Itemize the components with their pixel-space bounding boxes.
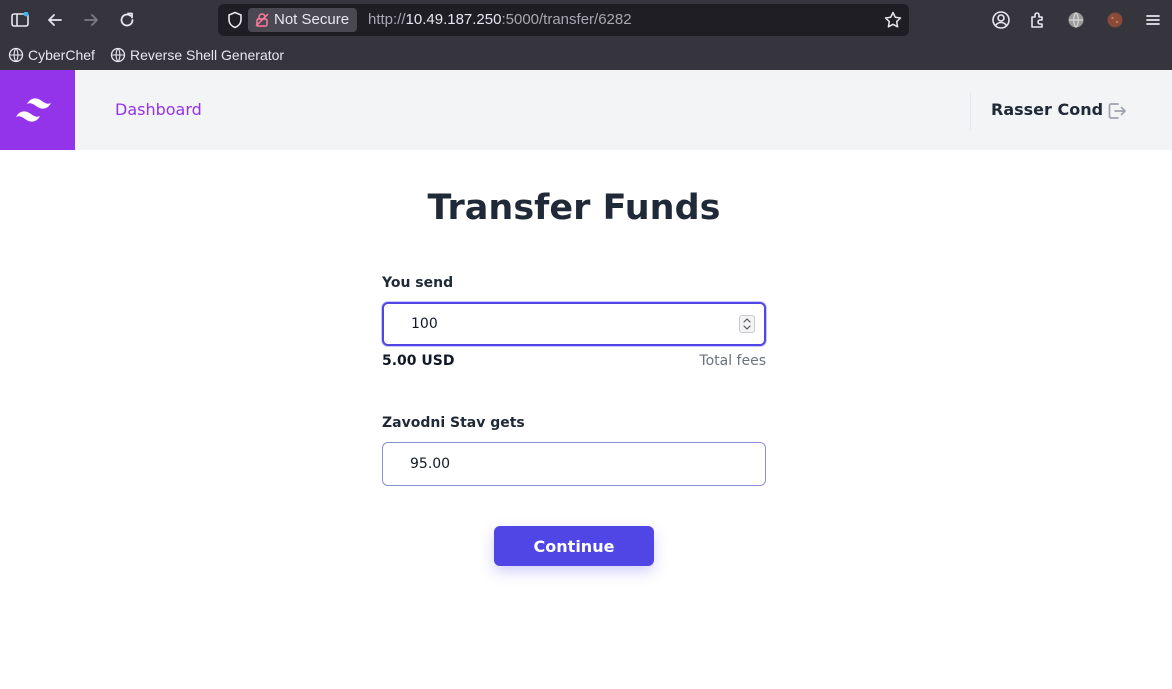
account-icon[interactable]	[991, 10, 1011, 30]
url-path: :5000/transfer/6282	[501, 11, 632, 28]
not-secure-badge[interactable]: Not Secure	[248, 8, 358, 32]
reload-icon[interactable]	[115, 8, 139, 32]
continue-button[interactable]: Continue	[494, 526, 654, 566]
stepper-arrows-icon	[743, 318, 751, 330]
send-label: You send	[382, 275, 454, 291]
url-bar[interactable]: Not Secure http://10.49.187.250:5000/tra…	[218, 4, 909, 36]
bookmarks-bar: CyberChef Reverse Shell Generator	[0, 40, 1172, 70]
header-divider	[970, 92, 971, 130]
send-amount-input[interactable]: 100	[382, 302, 766, 346]
forward-icon[interactable]	[79, 8, 103, 32]
url-text[interactable]: http://10.49.187.250:5000/transfer/6282	[368, 4, 632, 36]
fee-label: Total fees	[699, 353, 766, 369]
extensions-icon[interactable]	[1028, 10, 1048, 30]
bookmark-cyberchef[interactable]: CyberChef	[8, 44, 95, 66]
dashboard-link[interactable]: Dashboard	[115, 70, 202, 150]
app-header: Dashboard Rasser Cond	[0, 70, 1172, 150]
send-amount-value: 100	[411, 316, 438, 332]
number-stepper[interactable]	[739, 315, 755, 333]
url-host: 10.49.187.250	[405, 11, 502, 28]
url-scheme: http://	[368, 11, 406, 28]
bookmark-star-icon[interactable]	[883, 10, 903, 30]
browser-toolbar: Not Secure http://10.49.187.250:5000/tra…	[0, 0, 1172, 40]
menu-icon[interactable]	[1143, 10, 1163, 30]
logout-icon[interactable]	[1106, 100, 1128, 122]
broken-lock-icon	[255, 13, 269, 27]
receive-amount-input[interactable]: 95.00	[382, 442, 766, 486]
brand-logo[interactable]	[0, 70, 75, 150]
not-secure-label: Not Secure	[274, 11, 350, 28]
receive-amount-value: 95.00	[410, 456, 451, 472]
extension-cookie-icon[interactable]	[1105, 10, 1125, 30]
sidebar-toggle-icon[interactable]	[8, 8, 32, 32]
globe-icon	[110, 47, 126, 63]
bookmark-label: Reverse Shell Generator	[130, 47, 285, 63]
fee-amount: 5.00 USD	[382, 353, 455, 369]
page-title: Transfer Funds	[427, 188, 721, 228]
back-icon[interactable]	[43, 8, 67, 32]
receive-label: Zavodni Stav gets	[382, 415, 525, 431]
user-name: Rasser Cond	[991, 100, 1104, 119]
extension-globe-icon[interactable]	[1066, 10, 1086, 30]
shield-icon[interactable]	[226, 11, 244, 29]
bookmark-label: CyberChef	[28, 47, 95, 63]
tailwind-logo-icon	[15, 98, 51, 122]
bookmark-reverse-shell-generator[interactable]: Reverse Shell Generator	[110, 44, 284, 66]
globe-icon	[8, 47, 24, 63]
